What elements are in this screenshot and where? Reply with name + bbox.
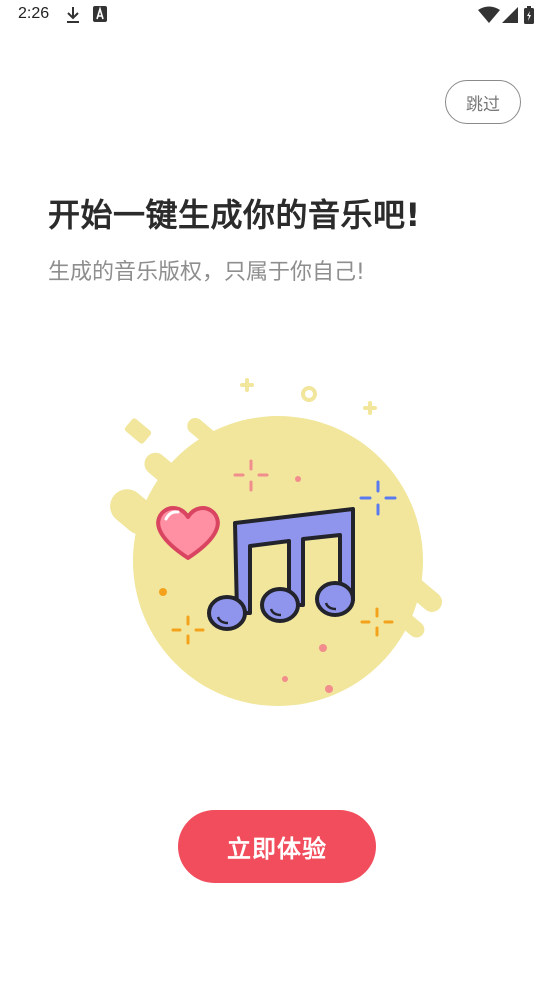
music-illustration (100, 365, 460, 715)
page-subtitle: 生成的音乐版权，只属于你自己! (48, 260, 365, 285)
wifi-icon (478, 6, 500, 28)
skip-button-label: 跳过 (466, 94, 500, 115)
battery-icon (524, 6, 534, 28)
signal-icon (502, 6, 518, 28)
cta-button-label: 立即体验 (227, 835, 327, 863)
page-title: 开始一键生成你的音乐吧! (48, 196, 421, 234)
download-icon (65, 6, 81, 28)
status-bar: 2:26 (0, 0, 553, 32)
status-time: 2:26 (18, 5, 50, 22)
skip-button[interactable]: 跳过 (445, 80, 521, 124)
sparkle-icon (240, 378, 377, 415)
font-a-icon (93, 6, 107, 26)
start-experience-button[interactable]: 立即体验 (178, 810, 376, 883)
